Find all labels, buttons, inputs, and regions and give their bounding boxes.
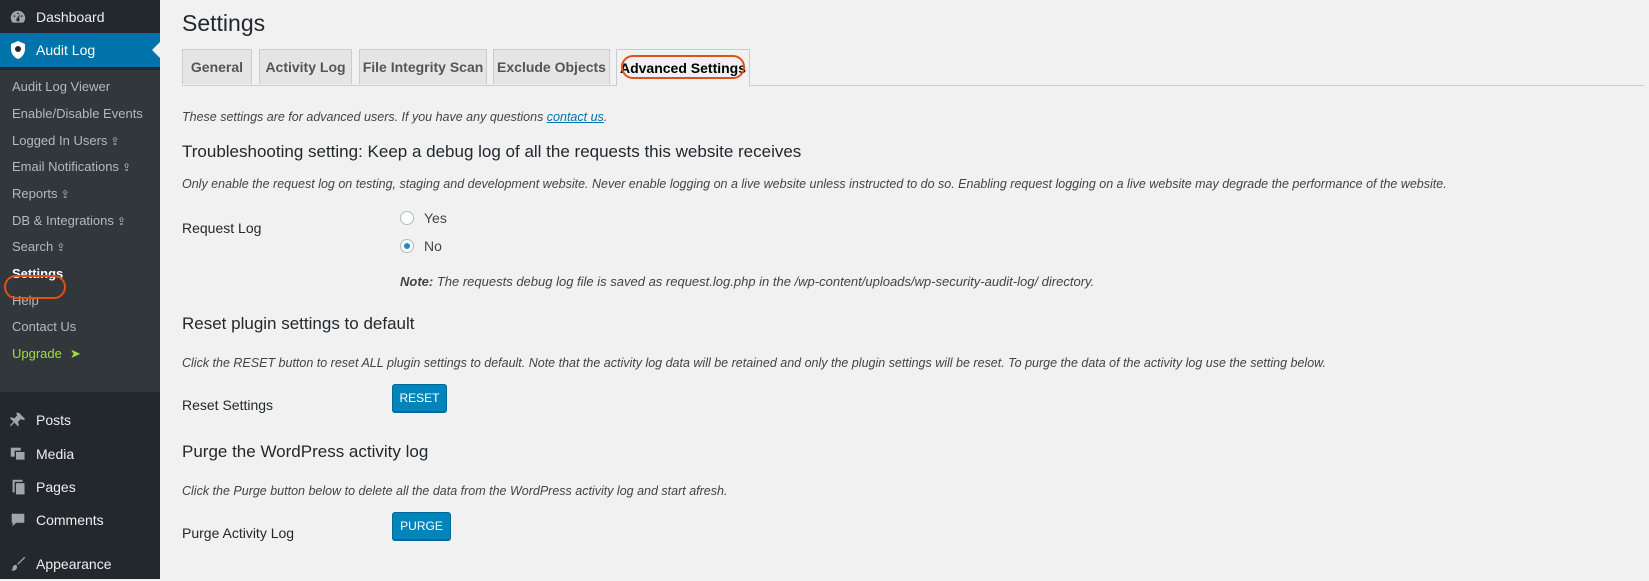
submenu-contact-us[interactable]: Contact Us	[12, 319, 76, 334]
submenu-upgrade[interactable]: Upgrade ➤	[12, 346, 81, 362]
shield-icon	[8, 40, 28, 60]
menu-label: Media	[36, 446, 75, 462]
submenu-enable-disable-events[interactable]: Enable/Disable Events	[12, 106, 143, 121]
submenu-reports[interactable]: Reports ⇪	[12, 186, 70, 201]
request-log-label: Request Log	[182, 220, 262, 236]
request-log-no[interactable]: No	[400, 238, 442, 254]
page-title: Settings	[182, 10, 266, 36]
purge-description: Click the Purge button below to delete a…	[182, 484, 728, 498]
menu-dashboard[interactable]: Dashboard	[0, 0, 160, 34]
arrow-right-icon: ➤	[69, 346, 81, 361]
premium-icon: ⇪	[121, 162, 132, 174]
request-log-note: Note: The requests debug log file is sav…	[400, 274, 1095, 289]
tab-exclude-objects[interactable]: Exclude Objects	[493, 49, 610, 84]
menu-appearance[interactable]: Appearance	[0, 547, 160, 581]
menu-pages[interactable]: Pages	[0, 470, 160, 504]
submenu-db-integrations[interactable]: DB & Integrations ⇪	[12, 213, 126, 228]
tab-activity-log[interactable]: Activity Log	[259, 49, 352, 84]
menu-media[interactable]: Media	[0, 437, 160, 471]
request-log-yes[interactable]: Yes	[400, 210, 447, 226]
menu-comments[interactable]: Comments	[0, 503, 160, 537]
tab-label: Advanced Settings	[619, 60, 747, 76]
premium-icon: ⇪	[116, 216, 127, 228]
premium-icon: ⇪	[56, 242, 66, 254]
menu-label: Audit Log	[36, 42, 96, 58]
submenu-logged-in-users[interactable]: Logged In Users ⇪	[12, 133, 120, 148]
admin-sidebar: Dashboard Audit Log Audit Log Viewer Ena…	[0, 0, 160, 579]
settings-tabs: General Activity Log File Integrity Scan…	[182, 49, 1644, 86]
radio-no[interactable]	[400, 239, 414, 253]
menu-label: Pages	[36, 479, 76, 495]
reset-heading: Reset plugin settings to default	[182, 314, 415, 333]
reset-button[interactable]: RESET	[392, 384, 447, 412]
tab-advanced-settings[interactable]: Advanced Settings	[616, 49, 750, 86]
media-icon	[8, 444, 28, 464]
purge-heading: Purge the WordPress activity log	[182, 442, 429, 461]
tab-general[interactable]: General	[182, 49, 252, 84]
brush-icon	[8, 554, 28, 574]
menu-label: Appearance	[36, 556, 112, 572]
premium-icon: ⇪	[110, 136, 120, 148]
menu-audit-log[interactable]: Audit Log	[0, 33, 160, 67]
submenu-search[interactable]: Search ⇪	[12, 239, 65, 254]
menu-posts[interactable]: Posts	[0, 403, 160, 437]
purge-activity-log-label: Purge Activity Log	[182, 525, 295, 541]
pin-icon	[8, 410, 28, 430]
tab-file-integrity-scan[interactable]: File Integrity Scan	[359, 49, 487, 84]
reset-settings-label: Reset Settings	[182, 397, 274, 413]
contact-us-link[interactable]: contact us	[547, 110, 604, 124]
purge-button[interactable]: PURGE	[392, 512, 451, 540]
menu-label: Posts	[36, 412, 72, 428]
radio-yes[interactable]	[400, 211, 414, 225]
troubleshooting-heading: Troubleshooting setting: Keep a debug lo…	[182, 142, 802, 161]
reset-description: Click the RESET button to reset ALL plug…	[182, 356, 1326, 370]
premium-icon: ⇪	[60, 189, 70, 201]
intro-text: These settings are for advanced users. I…	[182, 110, 608, 124]
menu-label: Dashboard	[36, 9, 105, 25]
audit-log-submenu: Audit Log Viewer Enable/Disable Events L…	[0, 70, 160, 392]
troubleshooting-description: Only enable the request log on testing, …	[182, 177, 1447, 191]
pages-icon	[8, 477, 28, 497]
submenu-email-notifications[interactable]: Email Notifications ⇪	[12, 159, 131, 174]
submenu-audit-log-viewer[interactable]: Audit Log Viewer	[12, 79, 110, 94]
main-content: Settings General Activity Log File Integ…	[160, 0, 1649, 579]
dashboard-icon	[8, 7, 28, 27]
menu-label: Comments	[36, 512, 104, 528]
active-arrow	[152, 42, 160, 58]
comment-icon	[8, 510, 28, 530]
settings-highlight-circle	[4, 275, 66, 299]
